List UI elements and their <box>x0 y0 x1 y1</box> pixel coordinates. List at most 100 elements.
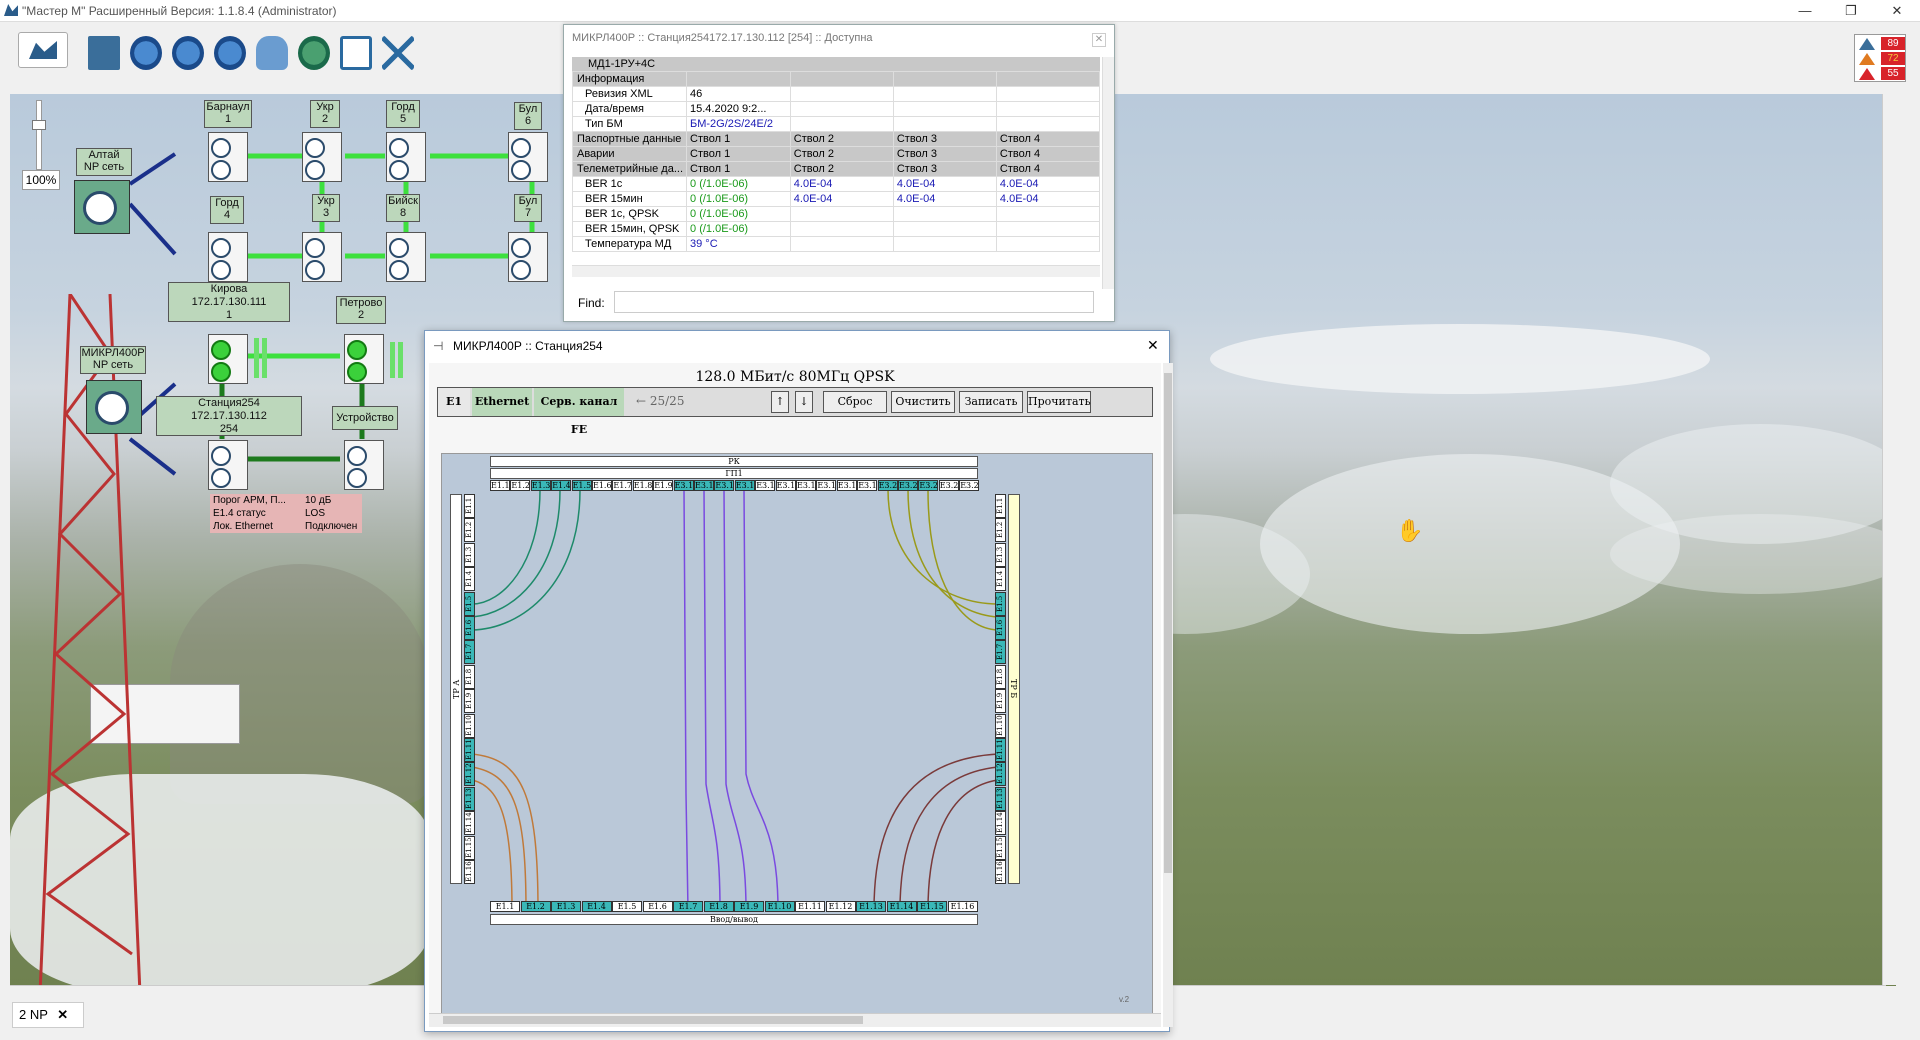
top-channel-cell[interactable]: E3.16 <box>796 480 816 491</box>
np-network-icon[interactable] <box>86 380 142 434</box>
node-barnaul[interactable]: Барнаул 1 <box>204 100 252 128</box>
left-channel-cell[interactable]: E1.12 <box>464 762 475 787</box>
left-channel-cell[interactable]: E1.10 <box>464 713 475 738</box>
tab-ethernet[interactable]: Ethernet <box>472 388 532 416</box>
radio-device-active[interactable] <box>344 334 384 384</box>
cross-connect-grid[interactable]: РК ГП1 ТР А ТР Б Ввод/вывод E1.1 E1.2 E1.3… <box>441 453 1153 1023</box>
radio-device[interactable] <box>344 440 384 490</box>
bottom-channel-cell[interactable]: E1.5 <box>612 901 642 912</box>
right-channel-cell[interactable]: E1.7 <box>995 640 1006 665</box>
left-channel-cell[interactable]: E1.16 <box>464 860 475 884</box>
clear-button[interactable]: Очистить <box>891 391 955 413</box>
radio-device-active[interactable] <box>208 334 248 384</box>
top-channel-cell[interactable]: E3.21 <box>898 480 918 491</box>
node-station254[interactable]: Станция254 172.17.130.112 254 <box>156 396 302 436</box>
radio-device[interactable] <box>508 132 548 182</box>
radio-device[interactable] <box>302 132 342 182</box>
tab-e1[interactable]: E1 <box>438 388 470 416</box>
node-ustroystvo[interactable]: Устройство <box>332 406 398 430</box>
alarm-indicator[interactable]: 89 72 55 <box>1854 34 1906 82</box>
left-channel-cell[interactable]: E1.4 <box>464 567 475 592</box>
bottom-channel-cell[interactable]: E1.3 <box>551 901 581 912</box>
node-altai[interactable]: Алтай NP сеть <box>76 148 132 176</box>
node-bul7[interactable]: Бул 7 <box>514 194 542 222</box>
radio-device[interactable] <box>208 232 248 282</box>
radio-device[interactable] <box>208 132 248 182</box>
info-row[interactable]: Температура МД 39 °С <box>571 236 1101 252</box>
info-row[interactable]: BER 1с 0 (/1.0E-06) 4.0E-04 4.0E-04 4.0E-04 <box>571 176 1101 192</box>
grid-vertical-scrollbar[interactable] <box>1163 363 1173 1027</box>
close-icon[interactable]: ✕ <box>1092 33 1106 47</box>
left-channel-cell[interactable]: E1.9 <box>464 689 475 714</box>
bottom-channel-cell[interactable]: E1.11 <box>795 901 825 912</box>
top-channel-cell[interactable]: E1.9 <box>653 480 674 491</box>
top-channel-cell[interactable]: E3.19 <box>857 480 878 491</box>
globe-refresh-icon[interactable] <box>214 36 246 70</box>
map-vertical-scrollbar[interactable] <box>1882 94 1896 985</box>
bottom-channel-cell[interactable]: E1.4 <box>581 901 612 912</box>
exit-icon[interactable] <box>340 36 372 70</box>
bottom-channel-cell[interactable]: E1.15 <box>917 901 947 912</box>
left-channel-cell[interactable]: E1.1 <box>464 494 475 518</box>
left-channel-cell[interactable]: E1.15 <box>464 835 475 860</box>
info-horizontal-scrollbar[interactable] <box>572 265 1100 277</box>
maximize-button[interactable]: ❐ <box>1828 0 1874 22</box>
info-row[interactable]: Дата/время 15.4.2020 9:2... <box>571 101 1101 117</box>
top-channel-cell[interactable]: E3.23 <box>938 480 959 491</box>
info-row[interactable]: Ревизия XML 46 <box>571 86 1101 102</box>
write-button[interactable]: Записать <box>959 391 1023 413</box>
left-channel-cell[interactable]: E1.13 <box>464 786 475 811</box>
left-channel-cell[interactable]: E1.14 <box>464 811 475 836</box>
save-icon[interactable] <box>88 36 120 70</box>
grid-horizontal-scrollbar[interactable] <box>429 1013 1161 1027</box>
close-button[interactable]: ✕ <box>1874 0 1920 22</box>
node-kirova[interactable]: Кирова 172.17.130.111 1 <box>168 282 290 322</box>
right-channel-cell[interactable]: E1.12 <box>995 762 1006 787</box>
node-gorod4[interactable]: Горд 4 <box>210 196 244 224</box>
top-channel-cell[interactable]: E3.14 <box>755 480 776 491</box>
right-channel-cell[interactable]: E1.6 <box>995 616 1006 640</box>
radio-device[interactable] <box>508 232 548 282</box>
node-bul6[interactable]: Бул 6 <box>514 102 542 130</box>
bottom-channel-cell[interactable]: E1.16 <box>947 901 978 912</box>
right-channel-cell[interactable]: E1.3 <box>995 542 1006 567</box>
bottom-channel-cell[interactable]: E1.10 <box>764 901 795 912</box>
bottom-channel-cell[interactable]: E1.7 <box>673 901 703 912</box>
left-channel-cell[interactable]: E1.6 <box>464 616 475 640</box>
radio-device[interactable] <box>302 232 342 282</box>
bottom-channel-cell[interactable]: E1.6 <box>642 901 673 912</box>
radio-device[interactable] <box>386 232 426 282</box>
tab-service-channel[interactable]: Серв. канал FE <box>534 388 624 436</box>
info-row[interactable]: Информация <box>571 71 1101 87</box>
top-channel-cell[interactable]: E3.17 <box>816 480 837 491</box>
right-channel-cell[interactable]: E1.14 <box>995 811 1006 836</box>
info-vertical-scrollbar[interactable] <box>1102 57 1114 289</box>
right-channel-cell[interactable]: E1.10 <box>995 713 1006 738</box>
node-ukr3[interactable]: Укр 3 <box>312 194 340 222</box>
info-row[interactable]: BER 15мин 0 (/1.0E-06) 4.0E-04 4.0E-04 4.0E-… <box>571 191 1101 207</box>
top-channel-cell[interactable]: E3.18 <box>836 480 857 491</box>
node-petrovo[interactable]: Петрово 2 <box>336 296 386 324</box>
top-channel-cell[interactable]: E1.7 <box>612 480 633 491</box>
left-channel-cell[interactable]: E1.8 <box>464 664 475 689</box>
globe-delete-icon[interactable] <box>172 36 204 70</box>
top-channel-cell[interactable]: E1.6 <box>592 480 612 491</box>
move-up-button[interactable]: ↑ <box>771 391 789 413</box>
right-channel-cell[interactable]: E1.16 <box>995 860 1006 884</box>
info-row[interactable]: Телеметрийные да... Ствол 1 Ствол 2 Ствол 3… <box>571 161 1101 177</box>
right-channel-cell[interactable]: E1.1 <box>995 494 1006 518</box>
globe-add-icon[interactable] <box>130 36 162 70</box>
top-channel-cell[interactable]: E3.15 <box>775 480 796 491</box>
radio-device[interactable] <box>208 440 248 490</box>
right-channel-cell[interactable]: E1.15 <box>995 835 1006 860</box>
right-channel-cell[interactable]: E1.8 <box>995 664 1006 689</box>
top-channel-cell[interactable]: E3.20 <box>877 480 898 491</box>
close-icon[interactable]: ✕ <box>57 1007 68 1022</box>
right-channel-cell[interactable]: E1.9 <box>995 689 1006 714</box>
tools-icon[interactable] <box>382 36 414 70</box>
map-icon[interactable] <box>18 32 68 68</box>
left-channel-cell[interactable]: E1.7 <box>464 640 475 665</box>
reset-button[interactable]: Сброс <box>823 391 887 413</box>
top-channel-cell[interactable]: E3.10 <box>673 480 694 491</box>
tab-2np[interactable]: 2 NP ✕ <box>12 1002 84 1028</box>
